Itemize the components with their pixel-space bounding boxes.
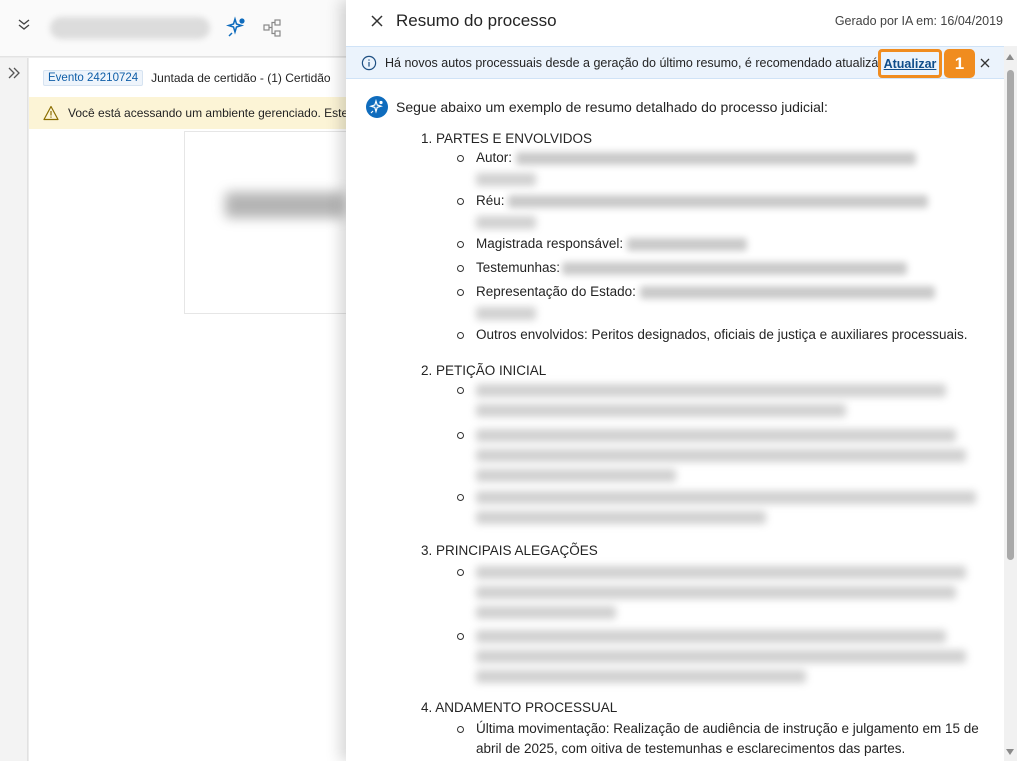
- scroll-up-arrow-icon[interactable]: [1006, 54, 1014, 60]
- redacted-text: [476, 469, 676, 482]
- bullet-icon: [457, 265, 464, 272]
- summary-content: Segue abaixo um exemplo de resumo detalh…: [346, 80, 1004, 761]
- bullet-icon: [457, 387, 464, 394]
- bullet-icon: [457, 569, 464, 576]
- new-documents-info-bar: Há novos autos processuais desde a geraç…: [346, 46, 1004, 79]
- warning-icon: [43, 105, 59, 121]
- document-area: Evento 24210724 Juntada de certidão - (1…: [29, 58, 354, 761]
- blurred-process-number: [50, 17, 210, 39]
- list-item: Magistrada responsável:: [457, 234, 987, 254]
- redacted-text: [476, 650, 966, 663]
- list-item: Testemunhas:: [457, 258, 987, 278]
- list-item: [457, 626, 987, 686]
- update-link[interactable]: Atualizar: [884, 57, 937, 71]
- process-tree-icon[interactable]: [262, 18, 282, 38]
- managed-environment-warning: Você está acessando um ambiente gerencia…: [29, 97, 346, 129]
- item-label: Magistrada responsável:: [476, 236, 624, 251]
- redacted-text: [476, 307, 536, 320]
- redacted-text: [476, 384, 946, 397]
- step-badge: 1: [944, 49, 975, 78]
- update-link-highlight: Atualizar: [878, 49, 942, 78]
- redacted-text: [476, 491, 976, 504]
- bullet-icon: [457, 332, 464, 339]
- redacted-text: [639, 285, 935, 299]
- redacted-text: [476, 404, 846, 417]
- section-heading: 4. ANDAMENTO PROCESSUAL: [421, 700, 618, 715]
- left-rail: [0, 58, 28, 761]
- bullet-icon: [457, 494, 464, 501]
- bullet-icon: [457, 726, 464, 733]
- list-item: [457, 487, 987, 527]
- summary-intro: Segue abaixo um exemplo de resumo detalh…: [396, 99, 828, 115]
- warning-text: Você está acessando um ambiente gerencia…: [68, 106, 346, 120]
- list-item: Última movimentação: Realização de audiê…: [457, 719, 987, 759]
- bullet-icon: [457, 289, 464, 296]
- list-item: [457, 425, 987, 485]
- item-label: Testemunhas:: [476, 260, 561, 275]
- item-label: Réu:: [476, 193, 505, 208]
- redacted-text: [476, 566, 966, 579]
- panel-title: Resumo do processo: [396, 11, 557, 30]
- info-icon: [361, 55, 377, 71]
- dismiss-info-icon[interactable]: [978, 56, 992, 70]
- event-row[interactable]: Evento 24210724 Juntada de certidão - (1…: [43, 68, 331, 88]
- ai-assistant-icon: [366, 96, 388, 118]
- redacted-text: [476, 173, 536, 186]
- section-heading: 1. PARTES E ENVOLVIDOS: [421, 131, 593, 146]
- ai-sparkle-icon[interactable]: [225, 16, 248, 38]
- bullet-icon: [457, 432, 464, 439]
- bullet-icon: [457, 155, 464, 162]
- list-item: Autor:: [457, 148, 987, 188]
- redacted-text: [476, 511, 766, 524]
- generated-meta: Gerado por IA em: 16/04/2019: [834, 14, 1003, 28]
- redacted-text: [476, 449, 966, 462]
- redacted-text: [476, 670, 806, 683]
- item-label: Representação do Estado:: [476, 284, 636, 299]
- bullet-icon: [457, 241, 464, 248]
- redacted-text: [476, 606, 616, 619]
- list-item: [457, 380, 987, 420]
- redacted-text: [476, 586, 956, 599]
- item-label: Outros envolvidos: Peritos designados, o…: [476, 327, 968, 342]
- panel-header: Resumo do processo Gerado por IA em: 16/…: [346, 0, 1017, 44]
- bullet-icon: [457, 633, 464, 640]
- list-item: Representação do Estado:: [457, 282, 987, 322]
- event-description: Juntada de certidão - (1) Certidão: [151, 71, 331, 85]
- redacted-text: [515, 151, 916, 165]
- close-panel-icon[interactable]: [368, 12, 386, 30]
- redacted-text: [476, 630, 946, 643]
- list-item: Outros envolvidos: Peritos designados, o…: [457, 325, 987, 345]
- summary-panel: Resumo do processo Gerado por IA em: 16/…: [346, 0, 1017, 761]
- redacted-text: [562, 261, 908, 275]
- info-message: Há novos autos processuais desde a geraç…: [385, 56, 893, 70]
- document-page-preview: [184, 131, 354, 314]
- redacted-text: [476, 429, 956, 442]
- expand-sidebar-icon[interactable]: [4, 66, 24, 86]
- panel-scrollbar[interactable]: [1004, 46, 1017, 761]
- item-label: Última movimentação: Realização de audiê…: [476, 721, 979, 756]
- event-tag[interactable]: Evento 24210724: [43, 70, 144, 86]
- list-item: Réu:: [457, 191, 987, 231]
- blurred-document-heading: [225, 192, 345, 218]
- section-heading: 3. PRINCIPAIS ALEGAÇÕES: [421, 543, 598, 558]
- list-item: [457, 562, 987, 622]
- redacted-text: [626, 237, 747, 251]
- background-toolbar: [0, 0, 346, 57]
- scrollbar-thumb[interactable]: [1007, 70, 1014, 560]
- redacted-text: [508, 194, 929, 208]
- redacted-text: [476, 216, 536, 229]
- bullet-icon: [457, 198, 464, 205]
- item-label: Autor:: [476, 150, 513, 165]
- section-heading: 2. PETIÇÃO INICIAL: [421, 363, 547, 378]
- collapse-all-icon[interactable]: [14, 17, 34, 37]
- scroll-down-arrow-icon[interactable]: [1006, 749, 1014, 755]
